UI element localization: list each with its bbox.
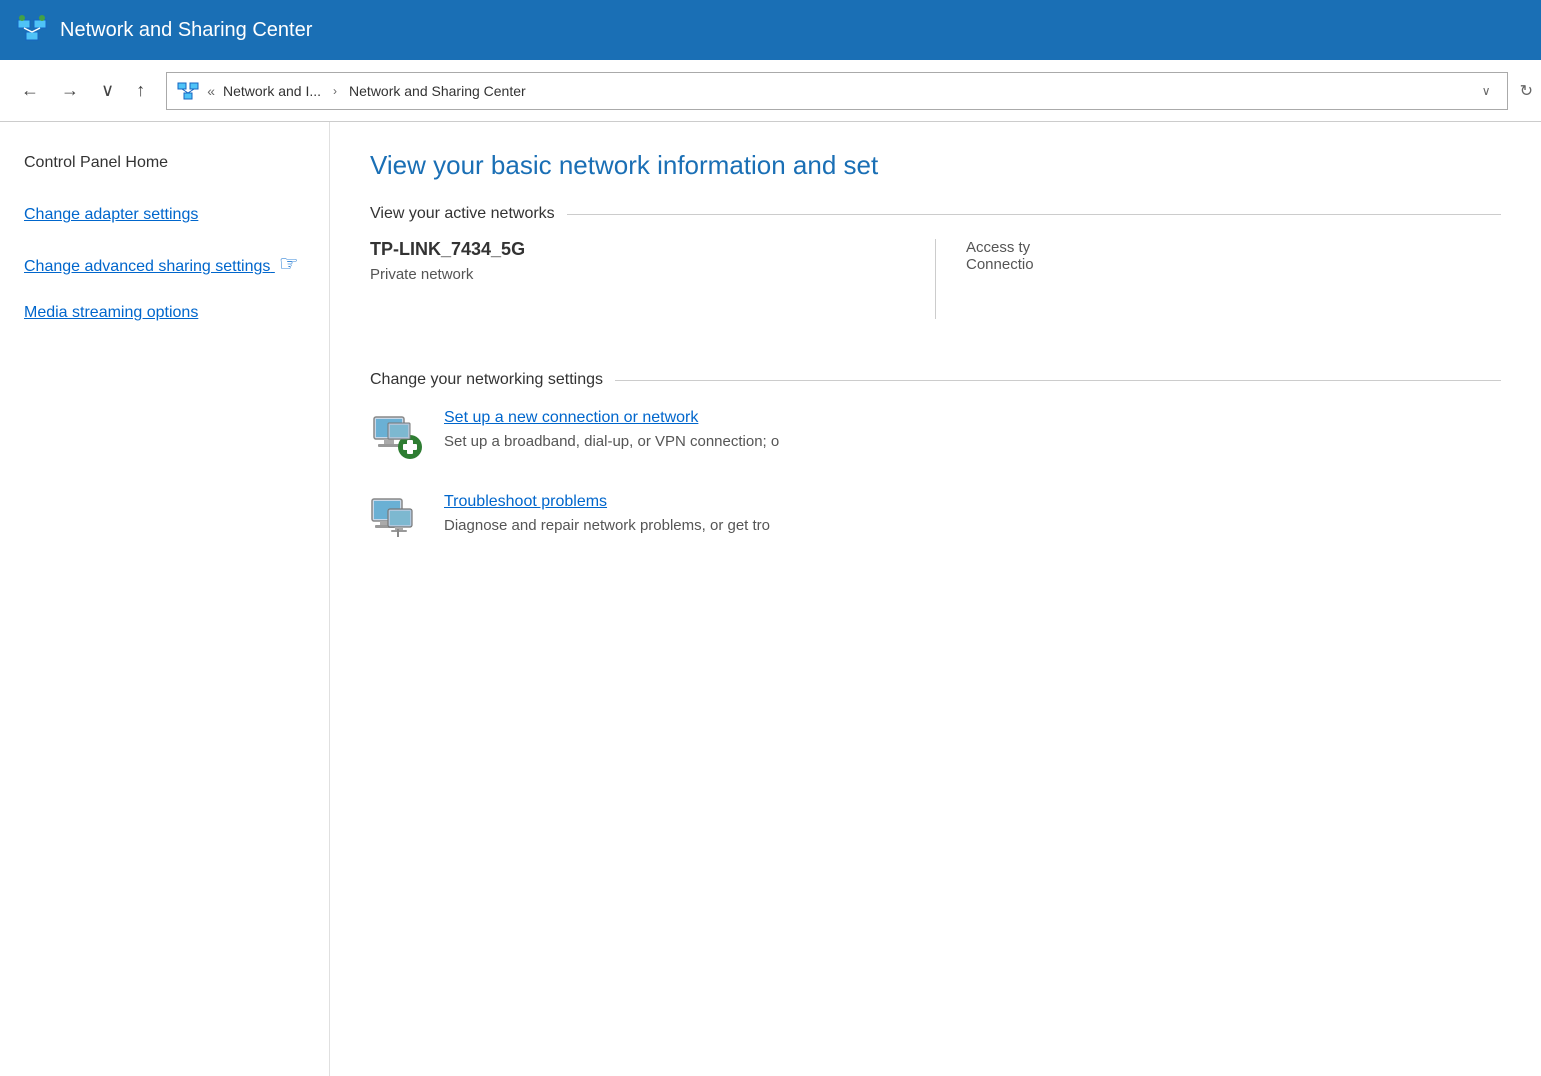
troubleshoot-icon <box>370 493 426 549</box>
title-bar: Network and Sharing Center <box>0 0 1541 60</box>
nav-buttons: ← → ∨ ↑ <box>0 60 166 121</box>
page-title: View your basic network information and … <box>370 150 1501 181</box>
address-separator: « <box>207 83 215 99</box>
set-up-connection-desc: Set up a broadband, dial-up, or VPN conn… <box>444 433 779 450</box>
change-networking-section: Change your networking settings <box>370 371 1501 549</box>
address-dropdown-button[interactable]: ∨ <box>1476 82 1497 100</box>
address-arrow: › <box>333 84 337 98</box>
troubleshoot-desc: Diagnose and repair network problems, or… <box>444 517 770 534</box>
forward-button[interactable]: → <box>52 75 88 106</box>
troubleshoot-link[interactable]: Troubleshoot problems <box>444 493 770 511</box>
cursor-hand-icon: ☞ <box>279 249 299 280</box>
sidebar-item-control-panel-home[interactable]: Control Panel Home <box>24 152 305 174</box>
set-up-connection-text: Set up a new connection or network Set u… <box>444 409 779 450</box>
network-icon <box>16 14 48 46</box>
network-name: TP-LINK_7434_5G <box>370 239 905 260</box>
address-bar[interactable]: « Network and I... › Network and Sharing… <box>166 72 1507 110</box>
network-row: TP-LINK_7434_5G Private network Access t… <box>370 239 1501 343</box>
change-networking-label: Change your networking settings <box>370 371 1501 389</box>
breadcrumb-parent: Network and I... <box>223 83 321 99</box>
history-dropdown-button[interactable]: ∨ <box>92 75 123 106</box>
connection-label: Connectio <box>966 256 1501 273</box>
back-button[interactable]: ← <box>12 75 48 106</box>
right-panel: View your basic network information and … <box>330 122 1541 1076</box>
address-bar-icon <box>177 80 199 102</box>
access-info: Access ty Connectio <box>966 239 1501 273</box>
sidebar-item-change-adapter[interactable]: Change adapter settings <box>24 204 305 226</box>
vertical-divider <box>935 239 936 319</box>
access-type-label: Access ty <box>966 239 1501 256</box>
sidebar-item-media-streaming[interactable]: Media streaming options <box>24 302 305 324</box>
up-button[interactable]: ↑ <box>127 75 154 106</box>
breadcrumb-current: Network and Sharing Center <box>349 83 526 99</box>
active-networks-label: View your active networks <box>370 205 1501 223</box>
set-up-connection-option: Set up a new connection or network Set u… <box>370 409 1501 465</box>
network-info: TP-LINK_7434_5G Private network <box>370 239 905 283</box>
refresh-button[interactable]: ↻ <box>1520 81 1533 101</box>
main-layout: Control Panel Home Change adapter settin… <box>0 122 1541 1076</box>
address-bar-area: ← → ∨ ↑ « Network and I... › Network and… <box>0 60 1541 122</box>
troubleshoot-option: Troubleshoot problems Diagnose and repai… <box>370 493 1501 549</box>
set-up-connection-link[interactable]: Set up a new connection or network <box>444 409 779 427</box>
set-up-connection-icon <box>370 409 426 465</box>
troubleshoot-text: Troubleshoot problems Diagnose and repai… <box>444 493 770 534</box>
network-type: Private network <box>370 266 905 283</box>
left-panel: Control Panel Home Change adapter settin… <box>0 122 330 1076</box>
window-title: Network and Sharing Center <box>60 19 312 42</box>
sidebar-item-change-advanced-sharing[interactable]: Change advanced sharing settings ☞ <box>24 249 305 280</box>
